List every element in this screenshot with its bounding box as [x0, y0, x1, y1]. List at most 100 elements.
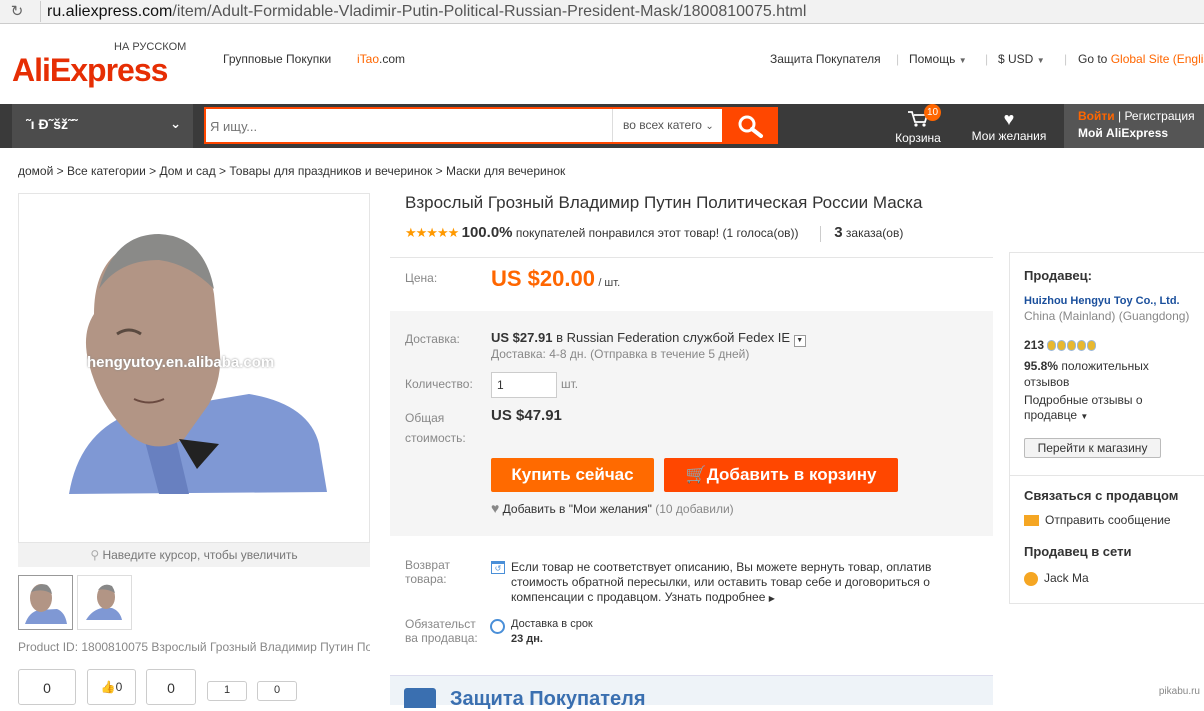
global-site-link[interactable]: Go to Global Site (English)	[1078, 52, 1204, 66]
positive-text: положительных	[1061, 359, 1149, 373]
seller-panel: Продавец: Huizhou Hengyu Toy Co., Ltd. C…	[1009, 252, 1204, 604]
share-counter[interactable]: 0	[257, 681, 297, 701]
image-watermark: hengyutoy.en.alibaba.com	[87, 354, 275, 371]
wishlist-button[interactable]: ♥ Мои желания	[964, 104, 1054, 148]
online-heading: Продавец в сети	[1024, 544, 1132, 559]
aliexpress-logo[interactable]: НА РУССКОМ AliExpress	[12, 40, 192, 90]
total-label-2: стоимость:	[405, 431, 466, 445]
clock-icon	[490, 619, 505, 634]
dropdown-icon[interactable]: ▼	[793, 335, 806, 347]
search-icon: ⚲	[90, 548, 100, 562]
medal-icon	[1057, 340, 1067, 352]
share-counter[interactable]: 0	[18, 669, 76, 705]
login-link[interactable]: Войти	[1078, 109, 1115, 123]
return-label: Возврат	[405, 558, 450, 572]
shipping-method[interactable]: Russian Federation службой Fedex IE	[567, 330, 791, 345]
total-price: US $47.91	[491, 407, 562, 424]
obligation-text: Доставка в срок	[511, 618, 593, 630]
cart-icon: 🛒	[685, 465, 707, 484]
help-menu[interactable]: Помощь ▼	[909, 52, 967, 66]
like-count: 0	[115, 680, 123, 694]
add-to-wishlist-link[interactable]: ♥ Добавить в "Мои желания" (10 добавили)	[491, 500, 734, 516]
help-label: Помощь	[909, 52, 956, 66]
return-label-2: товара:	[405, 572, 447, 586]
send-message-link[interactable]: Отправить сообщение	[1024, 512, 1171, 528]
chevron-down-icon: ⌄	[170, 116, 181, 131]
itao-prefix: iTao	[357, 52, 380, 66]
obligation-days: 23 дн.	[511, 633, 543, 645]
shipping-in: в	[556, 330, 563, 345]
chat-icon	[1024, 571, 1038, 586]
medal-icon	[1077, 340, 1087, 352]
rating-text[interactable]: покупателей понравился этот товар! (1 го…	[516, 226, 799, 240]
seller-name[interactable]: Huizhou Hengyu Toy Co., Ltd.	[1024, 292, 1180, 309]
visit-store-button[interactable]: Перейти к магазину	[1024, 438, 1161, 458]
search-input[interactable]	[210, 116, 600, 136]
wishlist-label: Мои желания	[971, 129, 1047, 143]
itao-link[interactable]: iTao.com	[357, 52, 405, 66]
site-watermark: pikabu.ru	[1158, 686, 1200, 697]
price-value: US $20.00	[491, 266, 595, 291]
add-to-cart-button[interactable]: 🛒Добавить в корзину	[664, 458, 898, 492]
mask-image	[25, 584, 67, 624]
search-button[interactable]	[724, 107, 778, 144]
shield-icon	[404, 688, 436, 708]
star-rating-icon: ★★★★★	[405, 225, 459, 240]
online-contact[interactable]: Jack Ma	[1024, 570, 1089, 586]
wishlist-count: (10 добавили)	[655, 502, 734, 516]
quantity-label: Количество:	[405, 377, 473, 391]
price-unit: / шт.	[598, 277, 621, 289]
shipping-time: Доставка: 4-8 дн. (Отправка в течение 5 …	[491, 347, 750, 361]
rating-percent: 100.0%	[461, 224, 513, 241]
total-label: Общая	[405, 411, 445, 425]
my-aliexpress-link[interactable]: Мой AliExpress	[1078, 126, 1204, 140]
separator: |	[1064, 52, 1068, 66]
seller-score: 213	[1024, 338, 1045, 352]
medal-icon	[1067, 340, 1077, 352]
seller-name-link[interactable]: Huizhou Hengyu Toy Co., Ltd.	[1024, 295, 1180, 307]
add-to-cart-label: Добавить в корзину	[706, 465, 877, 484]
detailed-feedback-label[interactable]: Подробные отзывы о	[1024, 392, 1143, 408]
currency-menu[interactable]: $ USD ▼	[998, 52, 1045, 66]
register-link[interactable]: Регистрация	[1124, 109, 1194, 123]
heart-icon: ♥	[491, 500, 500, 516]
search-category-select[interactable]: во всех катего ⌄	[612, 109, 722, 142]
obligation-info: Доставка в срок 23 дн.	[511, 617, 593, 647]
share-counter[interactable]: 1	[207, 681, 247, 701]
cart-label: Корзина	[895, 131, 941, 145]
breadcrumb[interactable]: домой > Все категории > Дом и сад > Това…	[18, 164, 565, 178]
return-text-3[interactable]: компенсации с продавцом. Узнать подробне…	[511, 590, 765, 604]
thumbs-up-icon: 👍	[100, 680, 116, 694]
detailed-feedback-toggle[interactable]: продавце ▼	[1024, 407, 1088, 425]
seller-location: China (Mainland) (Guangdong)	[1024, 309, 1190, 323]
product-main-image[interactable]: hengyutoy.en.alibaba.com	[18, 193, 370, 543]
buy-now-button[interactable]: Купить сейчас	[491, 458, 654, 492]
thumbnail-2[interactable]	[77, 575, 132, 630]
share-counter[interactable]: 0	[146, 669, 196, 705]
contact-heading: Связаться с продавцом	[1024, 488, 1179, 503]
shipping-info: US $27.91 в Russian Federation службой F…	[491, 330, 806, 347]
return-policy: Если товар не соответствует описанию, Вы…	[511, 560, 931, 606]
price-label: Цена:	[405, 271, 438, 285]
separator	[819, 225, 821, 242]
buyer-protection-link[interactable]: Защита Покупателя	[770, 52, 881, 66]
obligation-label-2: ва продавца:	[405, 631, 478, 645]
group-buy-link[interactable]: Групповые Покупки	[223, 52, 331, 66]
account-menu[interactable]: Войти | Регистрация Мой AliExpress	[1064, 104, 1204, 148]
reload-icon[interactable]: ↻	[8, 3, 26, 21]
categories-menu-button[interactable]: ˜ı Ð˜šž˜˜ ⌄	[12, 104, 193, 148]
chevron-down-icon: ⌄	[705, 121, 714, 132]
separator: |	[896, 52, 900, 66]
thumbnail-1[interactable]	[18, 575, 73, 630]
buyer-protection-section: Защита Покупателя	[390, 675, 993, 710]
quantity-input[interactable]: 1	[491, 372, 557, 398]
like-button[interactable]: 👍0	[87, 669, 136, 705]
chevron-right-icon: ▶	[768, 594, 775, 603]
positive-text-2: отзывов	[1024, 375, 1070, 389]
online-name: Jack Ma	[1044, 571, 1089, 585]
chevron-down-icon: ▼	[958, 56, 967, 65]
protection-title: Защита Покупателя	[450, 688, 646, 710]
url-field[interactable]: ru.aliexpress.com/item/Adult-Formidable-…	[40, 1, 1204, 22]
divider	[390, 257, 993, 258]
medal-icon	[1087, 340, 1097, 352]
